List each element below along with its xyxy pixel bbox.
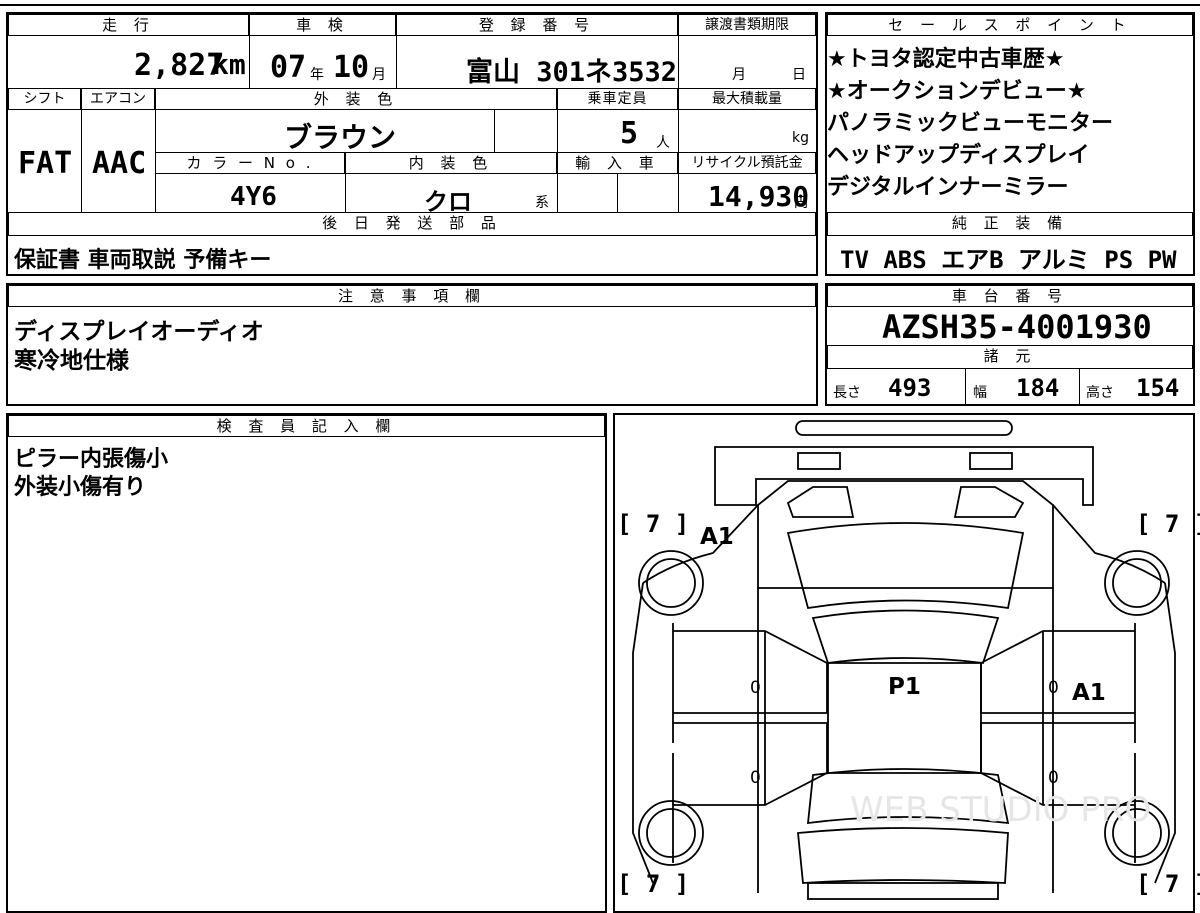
spec-width-label: 幅 xyxy=(973,385,987,401)
chassis-number-value: AZSH35-4001930 xyxy=(882,308,1152,346)
header-genuine-equipment: 純 正 装 備 xyxy=(827,212,1193,236)
header-mileage: 走 行 xyxy=(8,14,249,36)
color-no-value: 4Y6 xyxy=(230,182,277,212)
transfer-month-unit: 月 xyxy=(732,67,746,83)
max-load-unit: kg xyxy=(792,130,809,146)
mileage-value: 2,827 xyxy=(134,48,225,83)
aircon-value: AAC xyxy=(92,146,147,181)
genuine-equipment-value: TV ABS エアB アルミ PS PW xyxy=(840,246,1177,274)
month-unit: 月 xyxy=(372,67,386,83)
spec-height-value: 154 xyxy=(1136,374,1180,402)
notes-line: 寒冷地仕様 xyxy=(14,348,129,374)
watermark: WEB STUDIO PRO xyxy=(850,790,1152,830)
vehicle-info-table xyxy=(6,12,818,276)
header-aircon: エアコン xyxy=(81,88,155,110)
damage-mark-front-left: A1 xyxy=(700,524,734,550)
header-sales-points: セ ー ル ス ポ イ ン ト xyxy=(827,14,1193,36)
later-parts-value: 保証書 車両取説 予備キー xyxy=(14,248,272,273)
interior-unit: 系 xyxy=(535,195,549,211)
recycle-unit: 円 xyxy=(794,195,808,211)
header-chassis-number: 車 台 番 号 xyxy=(827,285,1193,307)
header-registration: 登 録 番 号 xyxy=(396,14,678,36)
damage-mark-right-door: A1 xyxy=(1072,680,1106,706)
sales-point-item: ★トヨタ認定中古車歴★ xyxy=(827,47,1065,72)
damage-mark-roof: P1 xyxy=(888,674,921,700)
tire-mark-rear-right: [ 7 ] xyxy=(1136,870,1200,898)
inspection-year: 07 xyxy=(270,50,307,85)
tire-mark-front-right: [ 7 ] xyxy=(1136,510,1200,538)
header-inspector: 検 査 員 記 入 欄 xyxy=(8,415,605,437)
header-shift: シフト xyxy=(8,88,81,110)
header-max-load: 最大積載量 xyxy=(678,88,816,110)
header-recycle-deposit: リサイクル預託金 xyxy=(678,152,816,174)
spec-length-label: 長さ xyxy=(833,385,861,401)
spec-height-label: 高さ xyxy=(1086,385,1114,401)
zero-mark: 0 xyxy=(750,768,761,788)
tire-mark-rear-left: [ 7 ] xyxy=(617,870,690,898)
header-import: 輸 入 車 xyxy=(557,152,678,174)
shift-value: FAT xyxy=(18,146,73,181)
header-color-no: カ ラ ー N o . xyxy=(155,152,345,174)
header-specs: 諸 元 xyxy=(827,345,1193,369)
header-interior-color: 内 装 色 xyxy=(345,152,557,174)
spec-length-value: 493 xyxy=(888,374,932,402)
zero-mark: 0 xyxy=(750,678,761,698)
spec-width-value: 184 xyxy=(1016,374,1060,402)
header-later-parts: 後 日 発 送 部 品 xyxy=(8,212,816,236)
registration-value: 富山 301ネ3532 xyxy=(466,57,678,88)
sales-point-item: デジタルインナーミラー xyxy=(827,175,1069,200)
mileage-unit: km xyxy=(212,48,246,81)
zero-mark: 0 xyxy=(1048,678,1059,698)
year-unit: 年 xyxy=(310,67,324,83)
transfer-day-unit: 日 xyxy=(792,67,806,83)
header-capacity: 乗車定員 xyxy=(557,88,678,110)
top-strip xyxy=(0,0,1200,6)
capacity-unit: 人 xyxy=(656,135,670,151)
inspector-line: 外装小傷有り xyxy=(14,475,147,500)
capacity-value: 5 xyxy=(620,116,639,151)
sales-point-item: パノラミックビューモニター xyxy=(827,111,1114,136)
inspection-month: 10 xyxy=(333,50,370,85)
header-inspection: 車 検 xyxy=(249,14,396,36)
zero-mark: 0 xyxy=(1048,768,1059,788)
exterior-color-value: ブラウン xyxy=(284,121,397,154)
sales-point-item: ヘッドアップディスプレイ xyxy=(827,143,1090,168)
header-transfer-deadline: 譲渡書類期限 xyxy=(678,14,816,36)
sales-point-item: ★オークションデビュー★ xyxy=(827,79,1087,104)
header-notes: 注 意 事 項 欄 xyxy=(8,285,816,307)
tire-mark-front-left: [ 7 ] xyxy=(617,510,690,538)
header-exterior-color: 外 装 色 xyxy=(155,88,557,110)
